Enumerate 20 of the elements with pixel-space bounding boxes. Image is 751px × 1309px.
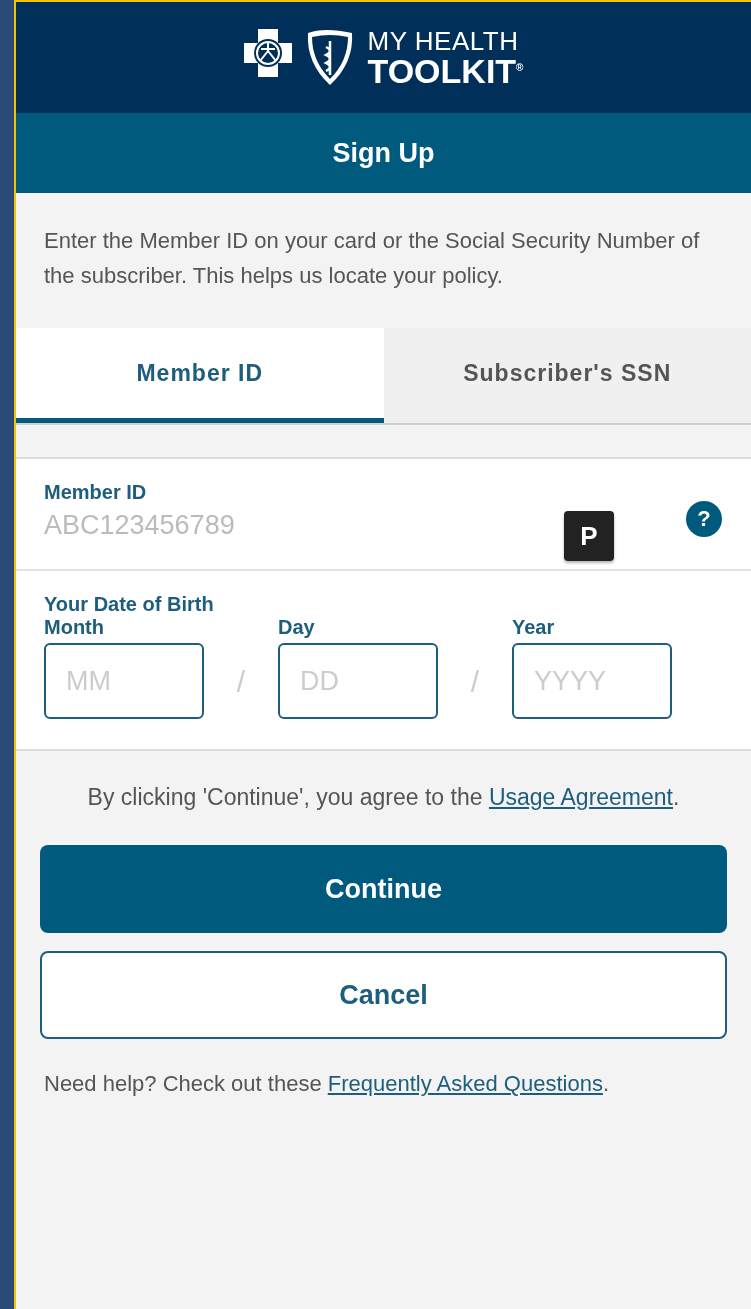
tab[interactable]: Member ID [16, 328, 384, 423]
field-label: Year [512, 616, 556, 639]
intro-text: Enter the Member ID on your card or the Social Security Number of the subscriber. This helps us locate your policy. [43, 227, 701, 290]
date-separator: / [469, 665, 481, 700]
field-label: Day [278, 616, 316, 639]
date-separator: / [235, 665, 247, 700]
help-text: Need help? Check out these Frequently Asked Questions. [44, 1071, 611, 1097]
logo-text: MY HEALTH [367, 27, 520, 54]
field-label: Member ID [44, 481, 148, 504]
faq-link[interactable]: Frequently Asked Questions [327, 1071, 603, 1096]
password-manager-badge[interactable]: P [564, 511, 614, 561]
field-label: Your Date of Birth [44, 593, 215, 616]
field-label: Month [44, 616, 105, 639]
page-title: Sign Up [16, 113, 751, 193]
help-button[interactable]: ? [686, 501, 722, 537]
cancel-button[interactable]: Cancel [40, 951, 727, 1039]
agreement-text: By clicking 'Continue', you agree to the Usage Agreement. [86, 783, 681, 812]
usage-agreement-link[interactable]: Usage Agreement [488, 784, 673, 810]
continue-button[interactable]: Continue [40, 845, 727, 933]
logo-text: TOOLKIT$^{®}$ [367, 53, 524, 88]
